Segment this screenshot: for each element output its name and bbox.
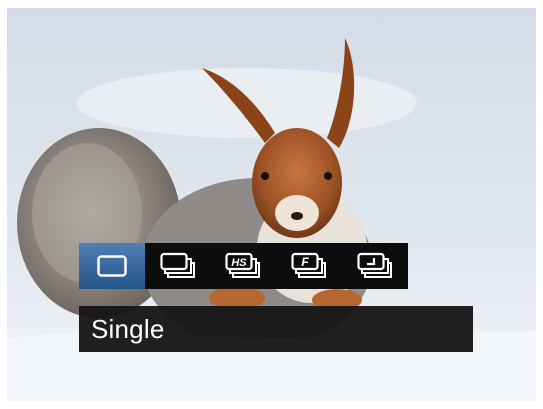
mode-high-speed-button[interactable]: HS [211, 243, 277, 289]
mode-fast-burst-button[interactable]: F [276, 243, 342, 289]
fast-burst-icon: F [291, 252, 327, 278]
mode-single-button[interactable] [79, 243, 145, 289]
self-timer-burst-icon [357, 252, 393, 278]
mode-continuous-button[interactable] [145, 243, 211, 289]
mode-self-timer-burst-button[interactable] [342, 243, 408, 289]
continuous-shot-icon [160, 252, 195, 278]
drive-mode-bar: HS F [79, 243, 408, 289]
high-speed-burst-icon: HS [225, 252, 261, 278]
hs-glyph: HS [232, 257, 248, 269]
f-glyph: F [302, 255, 310, 269]
selected-mode-label: Single [91, 313, 165, 344]
single-frame-icon [97, 255, 127, 277]
mode-label-bar: Single [79, 306, 473, 352]
